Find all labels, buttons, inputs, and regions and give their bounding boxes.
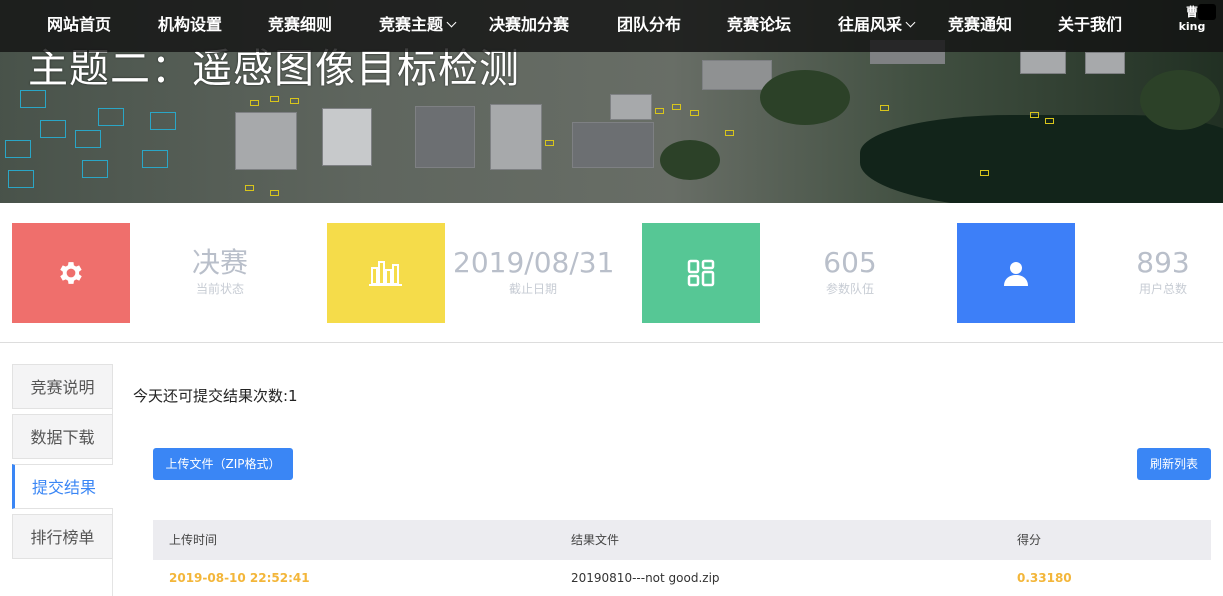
- nav-label: 竞赛通知: [948, 15, 1013, 34]
- hero-banner: 主题二：遥感图像目标检测 网站首页 机构设置 竞赛细则 竞赛主题 决赛加分赛 团…: [0, 0, 1223, 203]
- results-table-header: 上传时间 结果文件 得分: [153, 520, 1211, 560]
- status-label: 当前状态: [195, 282, 244, 296]
- tab-download[interactable]: 数据下载: [12, 414, 113, 459]
- teams-tile: [642, 223, 760, 323]
- remaining-submissions: 今天还可提交结果次数:1: [133, 387, 298, 405]
- nav-rules[interactable]: 竞赛细则: [268, 0, 332, 52]
- user-icon: [1004, 262, 1028, 286]
- user-menu[interactable]: 曹 king: [1168, 4, 1216, 46]
- chevron-down-icon: [446, 17, 457, 28]
- nav-label: 网站首页: [47, 15, 112, 34]
- deadline-label: 截止日期: [508, 282, 557, 296]
- nav-notices[interactable]: 竞赛通知: [948, 0, 1012, 52]
- nav-topics[interactable]: 竞赛主题: [379, 0, 457, 52]
- users-tile: [957, 223, 1075, 323]
- status-value: 决赛: [191, 246, 248, 279]
- nav-organization[interactable]: 机构设置: [158, 0, 222, 52]
- upload-button[interactable]: 上传文件（ZIP格式）: [153, 448, 293, 480]
- tab-description[interactable]: 竞赛说明: [12, 364, 113, 409]
- top-nav: 网站首页 机构设置 竞赛细则 竞赛主题 决赛加分赛 团队分布 竞赛论坛 往届风采…: [0, 0, 1223, 52]
- teams-label: 参数队伍: [825, 282, 874, 296]
- nav-label: 关于我们: [1058, 15, 1123, 34]
- header-result-file: 结果文件: [571, 533, 620, 547]
- nav-label: 竞赛论坛: [727, 15, 792, 34]
- users-value: 893: [1136, 246, 1190, 279]
- cell-result-file: 20190810---not good.zip: [571, 571, 720, 585]
- bar-chart-icon: [369, 261, 402, 286]
- users-stat: 893 用户总数: [1093, 245, 1223, 297]
- chevron-down-icon: [905, 17, 916, 28]
- refresh-button[interactable]: 刷新列表: [1137, 448, 1211, 480]
- nav-teams[interactable]: 团队分布: [617, 0, 681, 52]
- nav-past[interactable]: 往届风采: [838, 0, 916, 52]
- nav-label: 团队分布: [617, 15, 682, 34]
- header-upload-time: 上传时间: [169, 533, 218, 547]
- teams-value: 605: [823, 246, 877, 279]
- grid-icon: [687, 259, 715, 287]
- nav-about[interactable]: 关于我们: [1058, 0, 1122, 52]
- tab-submit[interactable]: 提交结果: [12, 464, 113, 509]
- users-label: 用户总数: [1138, 282, 1187, 296]
- status-stat: 决赛 当前状态: [150, 245, 290, 297]
- user-id: king: [1178, 20, 1206, 33]
- tab-label: 数据下载: [30, 428, 95, 447]
- tab-label: 竞赛说明: [30, 378, 95, 397]
- teams-stat: 605 参数队伍: [780, 245, 920, 297]
- deadline-stat: 2019/08/31 截止日期: [453, 245, 615, 297]
- nav-final-bonus[interactable]: 决赛加分赛: [489, 0, 569, 52]
- nav-forum[interactable]: 竞赛论坛: [727, 0, 791, 52]
- tab-leaderboard[interactable]: 排行榜单: [12, 514, 113, 559]
- nav-label: 决赛加分赛: [489, 15, 570, 34]
- table-row: 2019-08-10 22:52:41 20190810---not good.…: [153, 560, 1211, 596]
- nav-label: 竞赛主题: [379, 15, 444, 34]
- cell-score: 0.33180: [1017, 571, 1072, 585]
- side-tabs: 竞赛说明 数据下载 提交结果 排行榜单: [12, 364, 113, 596]
- cell-upload-time: 2019-08-10 22:52:41: [169, 571, 310, 585]
- tab-label: 提交结果: [31, 478, 96, 497]
- status-tile: [12, 223, 130, 323]
- nav-label: 往届风采: [838, 15, 903, 34]
- header-score: 得分: [1017, 533, 1042, 547]
- nav-home[interactable]: 网站首页: [47, 0, 111, 52]
- gear-icon: [60, 262, 82, 284]
- nav-label: 机构设置: [158, 15, 223, 34]
- stats-panel: 决赛 当前状态 2019/08/31 截止日期 605 参数队伍 893 用户总…: [0, 203, 1223, 343]
- deadline-tile: [327, 223, 445, 323]
- nav-label: 竞赛细则: [268, 15, 333, 34]
- avatar: [1198, 4, 1216, 20]
- deadline-value: 2019/08/31: [453, 246, 615, 279]
- tab-label: 排行榜单: [30, 528, 95, 547]
